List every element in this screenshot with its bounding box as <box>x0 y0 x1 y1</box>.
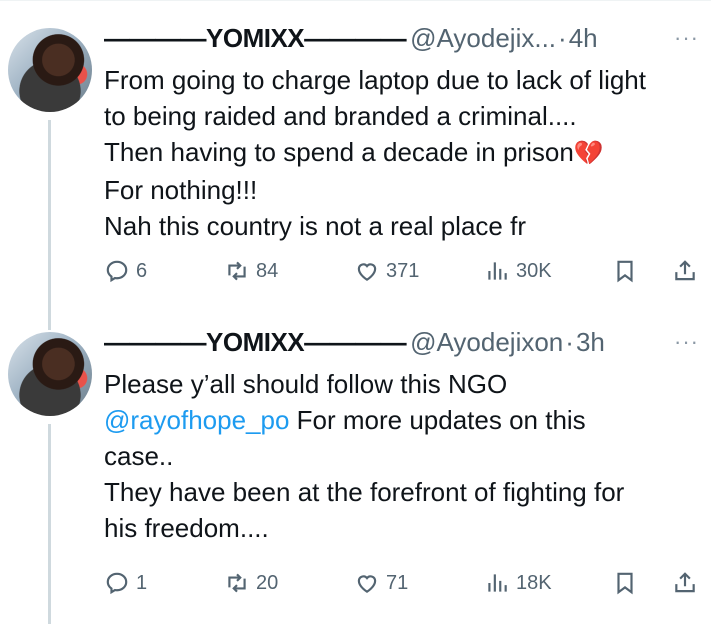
share-button[interactable] <box>672 570 698 596</box>
display-name[interactable]: ————YOMIXX———— <box>104 327 407 358</box>
bookmark-icon <box>617 260 633 283</box>
retweet-icon <box>228 573 246 593</box>
thread-line <box>48 424 51 624</box>
tweet-content: ————YOMIXX———— @Ayodejixon · 3h ··· Plea… <box>104 322 701 595</box>
tweet-content: ————YOMIXX———— @Ayodejix... · 4h ··· Fro… <box>104 18 701 283</box>
more-options-icon[interactable]: ··· <box>674 25 701 51</box>
tweet-1[interactable]: ————YOMIXX———— @Ayodejix... · 4h ··· Fro… <box>0 18 711 330</box>
user-handle[interactable]: @Ayodejixon <box>410 327 563 358</box>
tweet-line: Nah this country is not a real place fr <box>104 211 526 241</box>
tweet-line: Please y’all should follow this NGO <box>104 369 508 399</box>
tweet-header: ————YOMIXX———— @Ayodejix... · 4h ··· <box>104 18 701 58</box>
heart-icon <box>357 575 377 593</box>
tweet-line: case.. <box>104 441 174 471</box>
retweet-button[interactable]: 84 <box>224 258 278 284</box>
separator-dot: · <box>565 326 574 357</box>
separator-dot: · <box>558 22 567 53</box>
views-button[interactable]: 18K <box>484 570 552 596</box>
timestamp[interactable]: 4h <box>569 23 598 54</box>
views-icon <box>488 262 507 280</box>
tweet-line: @rayofhope_po For more updates on this <box>104 402 701 438</box>
tweet-line: his freedom.... <box>104 513 269 543</box>
tweet-line: From going to charge laptop due to lack … <box>104 65 646 95</box>
action-bar: 6 84 371 30K <box>104 254 701 288</box>
tweet-line: For nothing!!! <box>104 175 258 205</box>
tweet-line: to being raided and branded a criminal..… <box>104 101 577 131</box>
share-icon <box>675 260 695 281</box>
reply-icon <box>106 260 128 283</box>
retweet-count: 20 <box>256 571 279 594</box>
like-count: 71 <box>386 571 409 594</box>
reply-icon <box>106 572 128 595</box>
share-button[interactable] <box>672 258 698 284</box>
tweet-line-text: Then having to spend a decade in prison <box>104 137 574 167</box>
tweet-line: Then having to spend a decade in prison💔 <box>104 134 701 172</box>
display-name[interactable]: ————YOMIXX———— <box>104 23 407 54</box>
tweet-text: Please y’all should follow this NGO @ray… <box>104 366 701 546</box>
like-count: 371 <box>386 259 420 282</box>
tweet-text: From going to charge laptop due to lack … <box>104 62 701 244</box>
bookmark-icon <box>617 572 633 595</box>
mention-link[interactable]: @rayofhope_po <box>104 405 289 435</box>
retweet-button[interactable]: 20 <box>224 570 278 596</box>
broken-heart-emoji: 💔 <box>573 140 604 167</box>
thread-line <box>48 120 51 330</box>
top-divider <box>0 0 711 6</box>
view-count: 30K <box>516 259 552 282</box>
reply-button[interactable]: 6 <box>104 258 147 284</box>
reply-button[interactable]: 1 <box>104 570 147 596</box>
timestamp[interactable]: 3h <box>576 327 605 358</box>
bookmark-button[interactable] <box>612 570 638 596</box>
tweet-line: They have been at the forefront of fight… <box>104 477 625 507</box>
retweet-count: 84 <box>256 259 279 282</box>
avatar[interactable] <box>8 332 92 416</box>
reply-count: 6 <box>136 259 148 282</box>
views-button[interactable]: 30K <box>484 258 552 284</box>
views-icon <box>488 574 507 592</box>
tweet-header: ————YOMIXX———— @Ayodejixon · 3h ··· <box>104 322 701 362</box>
more-options-icon[interactable]: ··· <box>674 329 701 355</box>
tweet-line-text: For more updates on this <box>289 405 586 435</box>
reply-count: 1 <box>136 571 148 594</box>
action-bar: 1 20 71 18K <box>104 566 701 600</box>
user-handle[interactable]: @Ayodejix... <box>410 23 556 54</box>
avatar[interactable] <box>8 28 92 112</box>
like-button[interactable]: 71 <box>354 570 408 596</box>
view-count: 18K <box>516 571 552 594</box>
heart-icon <box>357 263 377 281</box>
like-button[interactable]: 371 <box>354 258 419 284</box>
retweet-icon <box>228 261 246 281</box>
share-icon <box>675 572 695 593</box>
tweet-2[interactable]: ————YOMIXX———— @Ayodejixon · 3h ··· Plea… <box>0 322 711 624</box>
bookmark-button[interactable] <box>612 258 638 284</box>
